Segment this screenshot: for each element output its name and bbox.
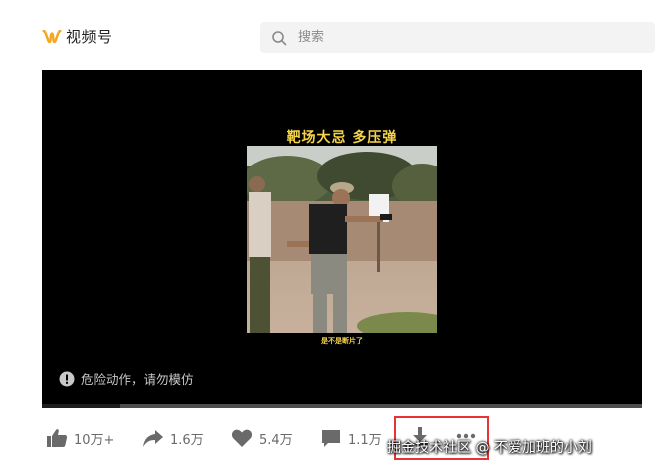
- app-logo[interactable]: 视频号: [42, 26, 113, 47]
- search-bar[interactable]: [260, 22, 655, 53]
- like-count: 10万+: [74, 432, 115, 448]
- progress-played: [42, 404, 120, 408]
- share-button[interactable]: 1.6万: [142, 428, 204, 448]
- favorite-count: 5.4万: [259, 432, 293, 448]
- search-icon: [272, 30, 287, 45]
- favorite-button[interactable]: 5.4万: [231, 428, 293, 448]
- video-player[interactable]: 靶场大忌 多压弹 是不是断片了 危险动作，请勿模仿: [42, 70, 642, 404]
- video-frame: [247, 146, 437, 333]
- search-input[interactable]: [296, 29, 640, 46]
- warning-icon: [59, 371, 75, 386]
- share-arrow-icon: [143, 430, 163, 447]
- video-subtitle-caption: 是不是断片了: [321, 337, 363, 345]
- watermark: 掘金技术社区 @ 不爱加班的小刘: [387, 440, 592, 456]
- share-count: 1.6万: [170, 432, 204, 448]
- like-button[interactable]: 10万+: [46, 428, 114, 448]
- warning-text: 危险动作，请勿模仿: [81, 372, 194, 387]
- heart-icon: [231, 429, 253, 447]
- thumbs-up-icon: [47, 429, 68, 447]
- comment-count: 1.1万: [348, 432, 382, 448]
- video-progress-bar[interactable]: [42, 404, 642, 408]
- video-title-caption: 靶场大忌 多压弹: [286, 130, 398, 146]
- video-channel-logo-icon: [42, 29, 62, 43]
- safety-warning: 危险动作，请勿模仿: [59, 369, 194, 388]
- comment-icon: [322, 430, 340, 447]
- app-name: 视频号: [66, 28, 113, 46]
- comment-button[interactable]: 1.1万: [320, 428, 382, 448]
